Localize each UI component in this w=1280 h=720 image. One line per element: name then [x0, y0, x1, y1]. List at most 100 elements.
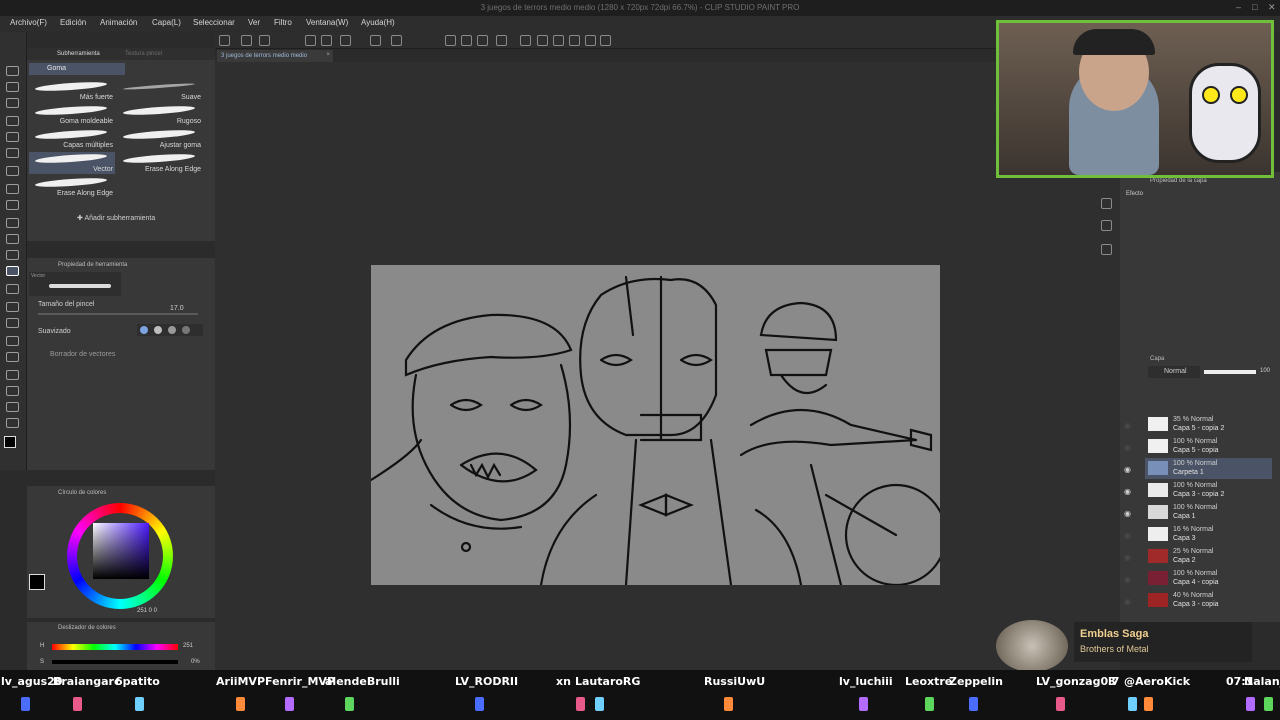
blend-tool-icon[interactable] [6, 284, 19, 294]
zoom-icon[interactable] [553, 35, 564, 46]
snap-ruler-icon[interactable] [461, 35, 472, 46]
menu-capa[interactable]: Capa(L) [152, 18, 181, 27]
brush-size-value[interactable]: 17.0 [170, 305, 184, 312]
pen-pressure-icon[interactable] [496, 35, 507, 46]
pen-tool-icon[interactable] [6, 184, 19, 194]
layer-row[interactable]: 40 % Normal Capa 3 - copia [1145, 590, 1272, 611]
layer-row[interactable]: 100 % Normal Capa 5 - copia [1145, 436, 1272, 457]
color-slider-tab[interactable]: Deslizador de colores [58, 625, 116, 631]
frame-tool-icon[interactable] [6, 352, 19, 362]
foreground-color-swatch[interactable] [4, 436, 16, 448]
tab-brush-texture[interactable]: Textura pincel [125, 51, 162, 57]
layer-property-tab[interactable]: Propiedad de la capa [1150, 178, 1207, 184]
close-button[interactable]: ✕ [1268, 2, 1276, 13]
brush-erase-along-edge-2[interactable]: Erase Along Edge [29, 176, 115, 198]
close-tab-icon[interactable]: × [326, 52, 330, 58]
drawing-canvas[interactable] [371, 265, 940, 585]
main-color-swatch[interactable] [29, 574, 45, 590]
menu-ayuda[interactable]: Ayuda(H) [361, 18, 395, 27]
menu-ventana[interactable]: Ventana(W) [306, 18, 348, 27]
minimize-button[interactable]: – [1236, 2, 1241, 12]
pencil-tool-icon[interactable] [6, 200, 19, 210]
correct-line-tool-icon[interactable] [6, 418, 19, 428]
layer-row[interactable]: 35 % Normal Capa 5 - copia 2 [1145, 414, 1272, 435]
menu-edicion[interactable]: Edición [60, 18, 86, 27]
open-file-icon[interactable] [241, 35, 252, 46]
move-layer-tool-icon[interactable] [6, 116, 19, 126]
rotate-icon[interactable] [520, 35, 531, 46]
gradient-tool-icon[interactable] [6, 318, 19, 328]
flip-icon[interactable] [537, 35, 548, 46]
layer-row[interactable]: 100 % Normal Carpeta 1 [1145, 458, 1272, 479]
eyedropper-tool-icon[interactable] [6, 166, 19, 176]
move-view-icon[interactable] [569, 35, 580, 46]
layer-row[interactable]: 25 % Normal Capa 2 [1145, 546, 1272, 567]
brush-goma-moldeable[interactable]: Goma moldeable [29, 104, 115, 126]
menu-archivo[interactable]: Archivo(F) [10, 18, 47, 27]
smoothing-selector[interactable] [137, 324, 203, 336]
saturation-value-square[interactable] [93, 523, 149, 579]
layer-visibility-icon[interactable]: ◉ [1124, 509, 1131, 518]
balloon-tool-icon[interactable] [6, 402, 19, 412]
opacity-slider[interactable] [1204, 370, 1256, 374]
selection-tool-icon[interactable] [6, 132, 19, 142]
opacity-value[interactable]: 100 [1260, 368, 1270, 374]
menu-seleccionar[interactable]: Seleccionar [193, 18, 235, 27]
operation-tool-icon[interactable] [6, 98, 19, 108]
crop-icon[interactable] [391, 35, 402, 46]
brush-size-slider[interactable] [38, 313, 198, 315]
layer-row[interactable]: 100 % Normal Capa 1 [1145, 502, 1272, 523]
fill-tool-icon[interactable] [6, 302, 19, 312]
layer-visibility-icon[interactable]: ◉ [1124, 421, 1131, 430]
menu-ver[interactable]: Ver [248, 18, 260, 27]
brush-rugoso[interactable]: Rugoso [117, 104, 203, 126]
airbrush-tool-icon[interactable] [6, 234, 19, 244]
brush-capas-multiples[interactable]: Capas múltiples [29, 128, 115, 150]
transform-icon[interactable] [370, 35, 381, 46]
auto-select-tool-icon[interactable] [6, 148, 19, 158]
blend-mode-select[interactable]: Normal [1148, 366, 1200, 378]
layer-visibility-icon[interactable]: ◉ [1124, 575, 1131, 584]
layer-visibility-icon[interactable]: ◉ [1124, 443, 1131, 452]
new-file-icon[interactable] [219, 35, 230, 46]
hue-slider[interactable] [52, 644, 178, 650]
move-tool-icon[interactable] [6, 82, 19, 92]
subtool-group-goma[interactable]: Goma [29, 63, 125, 75]
vector-eraser-option[interactable]: Borrador de vectores [50, 351, 115, 358]
navigator-icon[interactable] [1101, 198, 1112, 209]
spinner-icon[interactable] [340, 35, 351, 46]
sub-view-icon[interactable] [1101, 220, 1112, 231]
document-tab[interactable]: 3 juegos de terrors medio medio × [217, 50, 333, 62]
color-wheel-tab[interactable]: Círculo de colores [58, 490, 106, 496]
brush-tool-icon[interactable] [6, 218, 19, 228]
decoration-tool-icon[interactable] [6, 250, 19, 260]
layer-row[interactable]: 100 % Normal Capa 4 - copia [1145, 568, 1272, 589]
brush-mas-fuerte[interactable]: Más fuerte [29, 80, 115, 102]
brush-ajustar-goma[interactable]: Ajustar goma [117, 128, 203, 150]
grid-icon[interactable] [585, 35, 596, 46]
zoom-tool-icon[interactable] [6, 66, 19, 76]
layer-row[interactable]: 100 % Normal Capa 3 - copia 2 [1145, 480, 1272, 501]
saturation-slider[interactable] [52, 660, 178, 664]
brush-suave[interactable]: Suave [117, 80, 203, 102]
brush-erase-along-edge[interactable]: Erase Along Edge [117, 152, 203, 174]
layer-tab[interactable]: Capa [1150, 356, 1164, 362]
menu-filtro[interactable]: Filtro [274, 18, 292, 27]
layer-visibility-icon[interactable]: ◉ [1124, 531, 1131, 540]
maximize-button[interactable]: □ [1252, 2, 1257, 12]
layer-visibility-icon[interactable]: ◉ [1124, 597, 1131, 606]
text-tool-icon[interactable] [6, 386, 19, 396]
redo-icon[interactable] [321, 35, 332, 46]
brush-vector[interactable]: Vector [29, 152, 115, 174]
figure-tool-icon[interactable] [6, 336, 19, 346]
eraser-tool-icon[interactable] [6, 266, 19, 276]
tool-property-tab[interactable]: Propiedad de herramienta [58, 262, 127, 268]
layer-visibility-icon[interactable]: ◉ [1124, 465, 1131, 474]
layer-row[interactable]: 16 % Normal Capa 3 [1145, 524, 1272, 545]
material-icon[interactable] [1101, 244, 1112, 255]
layer-visibility-icon[interactable]: ◉ [1124, 487, 1131, 496]
add-subtool-button[interactable]: ✚ Añadir subherramienta [77, 214, 155, 222]
ruler-tool-icon[interactable] [6, 370, 19, 380]
select-all-icon[interactable] [445, 35, 456, 46]
tab-subtool[interactable]: Subherramienta [57, 51, 100, 57]
